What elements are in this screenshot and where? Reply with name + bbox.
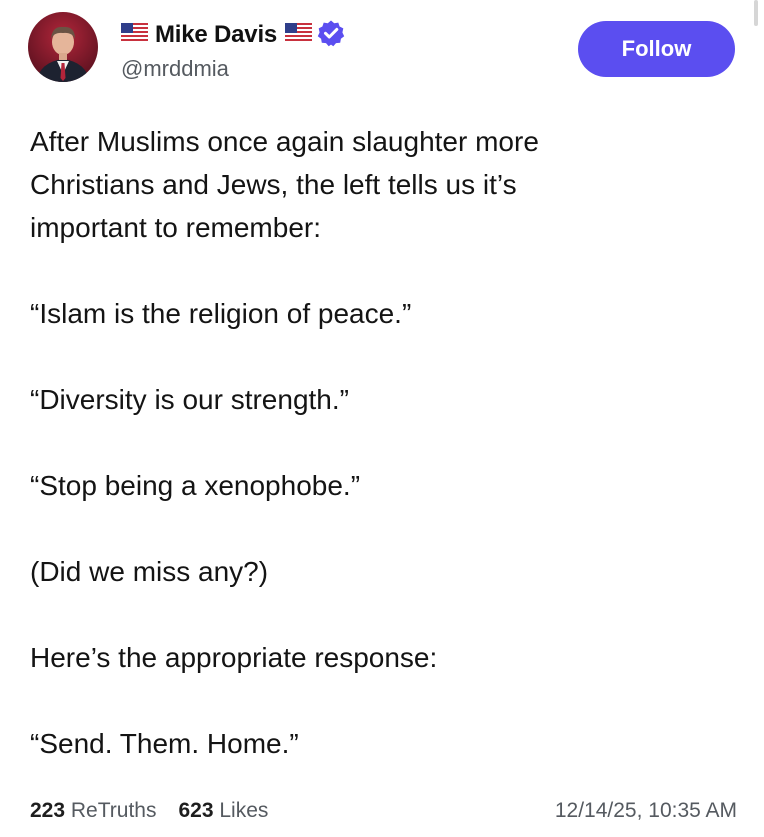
truth-post: Mike Davis @mrddmia Follow After Muslims… bbox=[0, 0, 764, 837]
likes-stat[interactable]: 623 Likes bbox=[178, 799, 268, 823]
post-timestamp[interactable]: 12/14/25, 10:35 AM bbox=[555, 799, 737, 823]
post-intro: After Muslims once again slaughter more … bbox=[30, 120, 730, 249]
likes-count: 623 bbox=[178, 799, 214, 822]
post-question: (Did we miss any?) bbox=[30, 556, 269, 587]
post-line: important to remember: bbox=[30, 212, 321, 243]
retruths-stat[interactable]: 223 ReTruths bbox=[30, 799, 156, 823]
scrollbar[interactable] bbox=[754, 0, 758, 26]
post-line: Christians and Jews, the left tells us i… bbox=[30, 169, 517, 200]
post-response-intro: Here’s the appropriate response: bbox=[30, 642, 438, 673]
retruths-count: 223 bbox=[30, 799, 66, 822]
post-quote: “Stop being a xenophobe.” bbox=[30, 470, 361, 501]
author-name[interactable]: Mike Davis bbox=[155, 21, 277, 49]
follow-button[interactable]: Follow bbox=[578, 21, 735, 77]
post-response: “Send. Them. Home.” bbox=[30, 728, 299, 759]
retruths-label: ReTruths bbox=[70, 799, 157, 822]
post-quote: “Diversity is our strength.” bbox=[30, 384, 349, 415]
author-name-row: Mike Davis bbox=[121, 20, 345, 50]
post-stats: 223 ReTruths 623 Likes bbox=[30, 799, 290, 823]
avatar[interactable] bbox=[28, 12, 98, 82]
likes-label: Likes bbox=[219, 799, 269, 822]
us-flag-icon bbox=[121, 22, 148, 48]
us-flag-icon bbox=[285, 22, 313, 48]
verified-badge-icon bbox=[317, 19, 345, 52]
post-line: After Muslims once again slaughter more bbox=[30, 126, 539, 157]
post-body: After Muslims once again slaughter more … bbox=[30, 120, 730, 765]
author-handle[interactable]: @mrddmia bbox=[121, 56, 229, 82]
post-quote: “Islam is the religion of peace.” bbox=[30, 298, 412, 329]
